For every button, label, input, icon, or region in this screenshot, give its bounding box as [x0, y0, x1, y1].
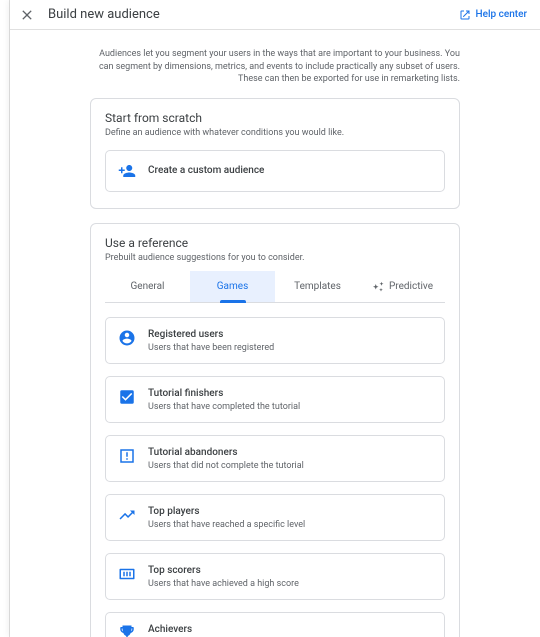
sparkle-icon — [372, 281, 384, 293]
tab-general[interactable]: General — [105, 271, 190, 302]
close-icon — [19, 7, 35, 23]
create-custom-audience-label: Create a custom audience — [148, 165, 264, 176]
trending-up-icon — [118, 506, 136, 524]
backdrop-panel — [0, 0, 10, 637]
tab-predictive-label: Predictive — [389, 281, 433, 292]
suggestion-tutorial-finishers[interactable]: Tutorial finishers Users that have compl… — [105, 376, 445, 423]
intro-text: Audiences let you segment your users in … — [90, 48, 460, 86]
scratch-title: Start from scratch — [105, 111, 445, 125]
help-center-link[interactable]: Help center — [459, 9, 527, 21]
page-title: Build new audience — [48, 7, 160, 22]
suggestion-title: Tutorial finishers — [148, 387, 300, 400]
user-circle-icon — [118, 329, 136, 347]
suggestion-registered-users[interactable]: Registered users Users that have been re… — [105, 317, 445, 364]
open-external-icon — [459, 9, 471, 21]
tab-predictive[interactable]: Predictive — [360, 271, 445, 302]
person-add-icon — [118, 162, 136, 180]
reference-title: Use a reference — [105, 236, 445, 250]
suggestion-desc: Users that have achieved a high score — [148, 579, 299, 589]
use-reference-card: Use a reference Prebuilt audience sugges… — [90, 223, 460, 637]
check-box-icon — [118, 388, 136, 406]
suggestion-title: Tutorial abandoners — [148, 446, 304, 459]
trophy-icon — [118, 624, 136, 637]
tab-general-label: General — [130, 281, 164, 292]
alert-box-icon — [118, 447, 136, 465]
create-custom-audience-button[interactable]: Create a custom audience — [105, 150, 445, 192]
scratch-subtitle: Define an audience with whatever conditi… — [105, 128, 445, 138]
suggestion-title: Registered users — [148, 328, 274, 341]
help-center-label: Help center — [476, 9, 527, 20]
reference-subtitle: Prebuilt audience suggestions for you to… — [105, 253, 445, 263]
suggestion-tutorial-abandoners[interactable]: Tutorial abandoners Users that did not c… — [105, 435, 445, 482]
topbar: Build new audience Help center — [10, 0, 540, 30]
tab-templates[interactable]: Templates — [275, 271, 360, 302]
scoreboard-icon — [118, 565, 136, 583]
suggestion-desc: Users that did not complete the tutorial — [148, 461, 304, 471]
suggestion-desc: Users that have completed the tutorial — [148, 402, 300, 412]
close-button[interactable] — [18, 6, 36, 24]
reference-tabs: General Games Templates Predictive — [105, 271, 445, 303]
suggestion-desc: Users that have reached a specific level — [148, 520, 305, 530]
suggestion-title: Achievers — [148, 623, 342, 636]
suggestion-title: Top players — [148, 505, 305, 518]
suggestion-top-scorers[interactable]: Top scorers Users that have achieved a h… — [105, 553, 445, 600]
suggestion-achievers[interactable]: Achievers Users that have unlocked a spe… — [105, 612, 445, 637]
audience-builder-sheet: Build new audience Help center Audiences… — [10, 0, 540, 637]
content-area: Audiences let you segment your users in … — [10, 30, 540, 637]
suggestion-list: Registered users Users that have been re… — [91, 303, 459, 637]
tab-games[interactable]: Games — [190, 271, 275, 302]
start-from-scratch-card: Start from scratch Define an audience wi… — [90, 98, 460, 209]
suggestion-title: Top scorers — [148, 564, 299, 577]
suggestion-desc: Users that have been registered — [148, 343, 274, 353]
tab-templates-label: Templates — [294, 281, 341, 292]
tab-games-label: Games — [217, 281, 248, 292]
suggestion-top-players[interactable]: Top players Users that have reached a sp… — [105, 494, 445, 541]
